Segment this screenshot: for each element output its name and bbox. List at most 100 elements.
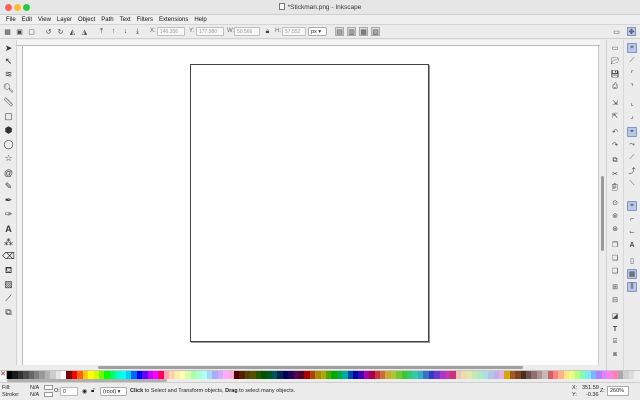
snap-bbox-icon[interactable]: ⌖ — [627, 43, 637, 53]
snap-cusp-icon[interactable]: ⟋ — [627, 153, 637, 163]
unit-select[interactable]: px ▾ — [308, 27, 327, 36]
ellipse-icon[interactable]: ◯ — [3, 139, 14, 150]
group-icon[interactable]: ⊞ — [610, 282, 620, 292]
snap-guide-icon[interactable]: ⫼ — [627, 282, 637, 292]
spray-icon[interactable]: ⁂ — [3, 237, 14, 248]
menu-help[interactable]: Help — [191, 15, 209, 24]
text-icon[interactable]: A — [3, 223, 14, 234]
snap-page-border-icon[interactable]: ▯ — [627, 256, 637, 266]
layer-select[interactable]: (root) ▾ — [100, 387, 127, 396]
align-distribute-icon[interactable]: ⧈ — [610, 350, 620, 360]
select-all-layers-icon[interactable]: ▣ — [15, 27, 24, 36]
zoom-page-icon[interactable]: ⊛ — [610, 224, 620, 234]
zoom-icon[interactable]: 🔍︎ — [3, 83, 14, 94]
eraser-icon[interactable]: ⌫ — [2, 251, 15, 262]
lock-ratio-icon[interactable]: 🔒︎ — [263, 27, 272, 36]
spiral-icon[interactable]: @ — [3, 167, 14, 178]
y-field[interactable]: 177.980 — [196, 27, 224, 36]
redo-icon[interactable]: ↷ — [610, 140, 620, 150]
canvas[interactable] — [23, 46, 598, 365]
layer-visibility-icon[interactable]: ◉ — [82, 388, 87, 395]
bucket-icon[interactable]: ⛾ — [3, 265, 14, 276]
snap-nodes-icon[interactable]: ⌟ — [627, 111, 637, 121]
w-field[interactable]: 50.566 — [234, 27, 260, 36]
unlink-clone-icon[interactable]: ❑ — [610, 266, 620, 276]
h-field[interactable]: 57.552 — [282, 27, 306, 36]
menu-edit[interactable]: Edit — [19, 15, 35, 24]
rotate-ccw-icon[interactable]: ↺ — [44, 27, 53, 36]
snap-center-icon[interactable]: ⌐ — [627, 214, 637, 224]
snap-text-baseline-icon[interactable]: A — [627, 240, 637, 250]
opacity-field[interactable]: 0 — [60, 387, 78, 396]
snap-intersection-icon[interactable]: ⤳ — [627, 140, 637, 150]
raise-icon[interactable]: ↑ — [109, 27, 118, 36]
menu-object[interactable]: Object — [75, 15, 98, 24]
export-icon[interactable]: ⇱ — [610, 111, 620, 121]
snap-bbox-corner-icon[interactable]: ⌜ — [627, 69, 637, 79]
fill-indicator[interactable] — [44, 385, 53, 390]
node-icon[interactable]: ↖ — [3, 56, 14, 67]
zoom-field[interactable]: 260% — [607, 386, 629, 396]
flip-vertical-icon[interactable]: ◮ — [80, 27, 89, 36]
open-icon[interactable]: 📂︎ — [610, 56, 620, 66]
layer-lock-icon[interactable]: 🔓︎ — [91, 388, 95, 395]
print-icon[interactable]: ⎙ — [610, 82, 620, 92]
new-document-icon[interactable]: ▭ — [612, 27, 621, 36]
xml-editor-icon[interactable]: ⌸ — [610, 337, 620, 347]
duplicate-icon[interactable]: ❐ — [610, 240, 620, 250]
text-font-icon[interactable]: T — [610, 324, 620, 334]
lower-to-bottom-icon[interactable]: ⤓ — [133, 27, 142, 36]
lower-icon[interactable]: ↓ — [121, 27, 130, 36]
menu-filters[interactable]: Filters — [134, 15, 156, 24]
selector-icon[interactable]: ➤ — [3, 43, 14, 54]
no-paint-swatch[interactable]: ✕ — [0, 371, 7, 379]
scale-corners-icon[interactable]: ▥ — [347, 27, 356, 36]
transform-gradients-icon[interactable]: ▦ — [359, 27, 368, 36]
deselect-icon[interactable]: ▢ — [27, 27, 36, 36]
clone-icon[interactable]: ❏ — [610, 253, 620, 263]
snap-grid-icon[interactable]: ▦ — [627, 269, 637, 279]
transform-patterns-icon[interactable]: ▧ — [371, 27, 380, 36]
menu-file[interactable]: File — [3, 15, 19, 24]
snap-others-icon[interactable]: ⌖ — [627, 201, 637, 211]
snap-rotation-center-icon[interactable]: ⌙ — [627, 227, 637, 237]
import-icon[interactable]: ⇲ — [610, 98, 620, 108]
stroke-indicator[interactable] — [44, 392, 53, 397]
paste-icon[interactable]: 📋︎ — [610, 182, 620, 192]
tweak-icon[interactable]: ≋ — [3, 69, 14, 80]
menu-path[interactable]: Path — [98, 15, 116, 24]
horizontal-scroll-thumb[interactable] — [98, 366, 523, 369]
dropper-icon[interactable]: ⟋ — [3, 293, 14, 304]
pencil-icon[interactable]: ✎ — [3, 181, 14, 192]
rotate-cw-icon[interactable]: ↻ — [56, 27, 65, 36]
palette-swatches[interactable] — [7, 371, 640, 379]
vertical-scroll-thumb[interactable] — [601, 176, 604, 251]
raise-to-top-icon[interactable]: ⤒ — [97, 27, 106, 36]
zoom-selection-icon[interactable]: ⊙ — [610, 198, 620, 208]
document-page[interactable] — [190, 64, 429, 342]
3dbox-icon[interactable]: ⬢ — [3, 125, 14, 136]
menu-extensions[interactable]: Extensions — [156, 15, 191, 24]
gradient-icon[interactable]: ▨ — [3, 279, 14, 290]
snap-smooth-icon[interactable]: ⤴ — [627, 166, 637, 176]
menu-text[interactable]: Text — [117, 15, 134, 24]
connector-icon[interactable]: ⧉ — [3, 307, 14, 318]
fill-stroke-icon[interactable]: ◪ — [610, 311, 620, 321]
ungroup-icon[interactable]: ⊟ — [610, 295, 620, 305]
palette-swatch[interactable] — [634, 371, 640, 379]
flip-horizontal-icon[interactable]: ◭ — [68, 27, 77, 36]
vertical-scrollbar[interactable] — [598, 46, 606, 365]
star-icon[interactable]: ☆ — [3, 153, 14, 164]
menu-view[interactable]: View — [35, 15, 54, 24]
snap-bbox-edge-icon[interactable]: ⟋ — [627, 56, 637, 66]
snap-bbox-midpoint-icon[interactable]: ⌝ — [627, 82, 637, 92]
snap-paths-icon[interactable]: ⌖ — [627, 127, 637, 137]
pen-icon[interactable]: ✒ — [3, 195, 14, 206]
snap-bbox-center-icon[interactable]: ⌞ — [627, 98, 637, 108]
new-icon[interactable]: ▭ — [610, 43, 620, 53]
snap-toggle-icon[interactable]: ✥ — [627, 27, 636, 36]
scale-stroke-icon[interactable]: ▤ — [335, 27, 344, 36]
x-field[interactable]: 146.356 — [157, 27, 185, 36]
select-all-icon[interactable]: ▦ — [3, 27, 12, 36]
cut-icon[interactable]: ✂ — [610, 169, 620, 179]
